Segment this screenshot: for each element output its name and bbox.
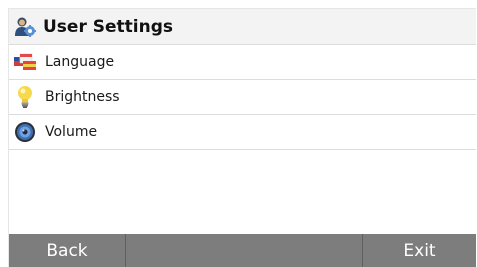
brightness-label: Brightness (45, 89, 120, 105)
settings-screen: User Settings Language Brightness Volume… (8, 8, 476, 267)
page-title: User Settings (43, 16, 173, 37)
footer-spacer (126, 234, 363, 267)
lightbulb-icon (13, 85, 37, 109)
exit-button[interactable]: Exit (363, 234, 476, 267)
list-item-volume[interactable]: Volume (9, 115, 476, 150)
volume-label: Volume (45, 124, 98, 140)
list-item-language[interactable]: Language (9, 45, 476, 80)
footer-bar: Back Exit (9, 234, 476, 267)
user-settings-icon (13, 15, 37, 39)
list-item-brightness[interactable]: Brightness (9, 80, 476, 115)
language-label: Language (45, 54, 115, 70)
back-button[interactable]: Back (9, 234, 126, 267)
header-bar: User Settings (9, 9, 476, 45)
flags-icon (13, 50, 37, 74)
speaker-icon (13, 120, 37, 144)
settings-list: Language Brightness Volume (9, 45, 476, 150)
